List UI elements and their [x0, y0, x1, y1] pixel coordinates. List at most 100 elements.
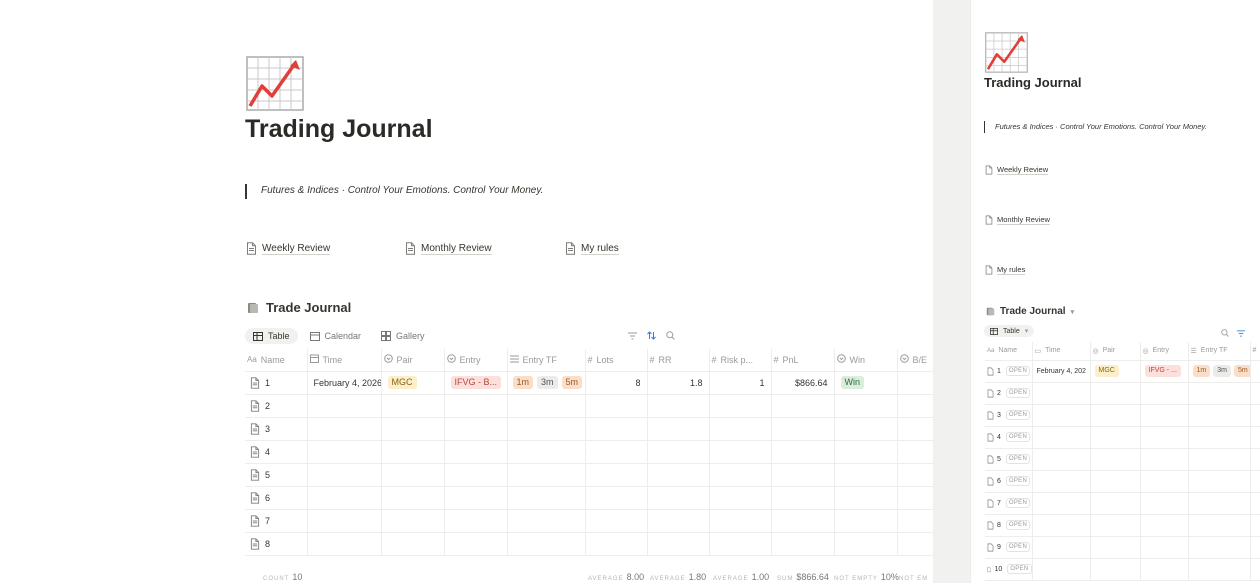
entry-tf-tag: 3m: [537, 375, 558, 390]
table-row[interactable]: 2: [245, 394, 933, 418]
win-cell[interactable]: Win: [833, 371, 897, 395]
link-label: Weekly Review: [262, 242, 331, 255]
column-header-rr[interactable]: # RR: [646, 349, 709, 372]
open-button[interactable]: OPEN: [1005, 388, 1031, 398]
footer-rr-average[interactable]: AVERAGE 1.80: [650, 567, 706, 583]
table-row[interactable]: 7 OPEN: [985, 492, 1260, 515]
rr-cell[interactable]: 1.8: [646, 371, 709, 395]
page-icon: [987, 433, 994, 441]
number-icon: #: [711, 354, 717, 365]
column-header-entry-tf[interactable]: Entry TF: [506, 349, 585, 372]
column-header-lots[interactable]: # Lots: [584, 349, 647, 372]
table-row[interactable]: 1 OPEN February 4, 202 MGC IFVG - ... 1m …: [985, 360, 1260, 383]
side-link-weekly-review[interactable]: Weekly Review: [985, 165, 1049, 175]
table-row[interactable]: 5: [245, 463, 933, 487]
footer-pnl-sum[interactable]: SUM $866.64: [777, 567, 829, 583]
search-icon[interactable]: [666, 331, 675, 340]
open-button[interactable]: OPEN: [1005, 542, 1031, 552]
table-row[interactable]: 1 February 4, 2026 MGC IFVG - B... 1m 3m…: [245, 371, 933, 395]
view-tabs: Table Calendar Gallery: [245, 328, 433, 344]
open-button[interactable]: OPEN: [1005, 498, 1031, 508]
link-weekly-review[interactable]: Weekly Review: [246, 242, 331, 255]
tab-gallery-view[interactable]: Gallery: [373, 328, 433, 344]
side-column-header-pair[interactable]: ◎ Pair: [1089, 342, 1140, 361]
side-column-header-time[interactable]: ▭ Time: [1031, 342, 1090, 361]
pair-cell[interactable]: MGC: [380, 371, 444, 395]
pair-tag: MGC: [387, 375, 417, 390]
side-column-header-name[interactable]: Aa Name: [985, 342, 1032, 361]
name-cell[interactable]: 1: [245, 371, 307, 395]
table-row[interactable]: 7: [245, 509, 933, 533]
link-monthly-review[interactable]: Monthly Review: [405, 242, 492, 255]
table-row[interactable]: 8: [245, 532, 933, 556]
table-row[interactable]: 4 OPEN: [985, 426, 1260, 449]
side-search-icon[interactable]: [1221, 329, 1229, 337]
side-column-header-more[interactable]: #: [1249, 342, 1260, 361]
table-row[interactable]: 4: [245, 440, 933, 464]
side-link-my-rules[interactable]: My rules: [985, 265, 1026, 275]
side-column-header-entry-tf[interactable]: ☰ Entry TF: [1187, 342, 1250, 361]
page-title: Trading Journal: [245, 115, 433, 143]
open-button[interactable]: OPEN: [1005, 410, 1031, 420]
table-row[interactable]: 6: [245, 486, 933, 510]
tab-table-view[interactable]: Table: [245, 328, 298, 344]
open-button[interactable]: OPEN: [1005, 454, 1031, 464]
table-row[interactable]: 3: [245, 417, 933, 441]
name-cell[interactable]: 4: [245, 440, 307, 464]
calendar-icon: [309, 332, 320, 341]
footer-be-not-empty[interactable]: NOT EM: [899, 567, 931, 583]
name-cell[interactable]: 7: [245, 509, 307, 533]
column-header-entry[interactable]: Entry: [443, 349, 507, 372]
name-cell[interactable]: 6: [245, 486, 307, 510]
time-cell[interactable]: February 4, 2026: [306, 371, 381, 395]
risk-cell[interactable]: 1: [708, 371, 771, 395]
name-cell[interactable]: 5: [245, 463, 307, 487]
table-row[interactable]: 3 OPEN: [985, 404, 1260, 427]
open-button[interactable]: OPEN: [1005, 520, 1031, 530]
entry-cell[interactable]: IFVG - B...: [443, 371, 507, 395]
column-header-pnl[interactable]: # PnL: [770, 349, 834, 372]
name-cell[interactable]: 3: [245, 417, 307, 441]
side-column-header-entry[interactable]: ◎ Entry: [1139, 342, 1188, 361]
column-header-risk[interactable]: # Risk p...: [708, 349, 771, 372]
tab-calendar-view[interactable]: Calendar: [302, 328, 370, 344]
column-header-time[interactable]: Time: [306, 349, 381, 372]
open-button[interactable]: OPEN: [1005, 366, 1031, 376]
database-title[interactable]: Trade Journal: [247, 300, 351, 315]
table-row[interactable]: 10 OPEN: [985, 558, 1260, 581]
side-quote: Futures & Indices · Control Your Emotion…: [984, 121, 1207, 133]
table-row[interactable]: 9 OPEN: [985, 536, 1260, 559]
entry-tf-cell[interactable]: 1m 3m 5m: [506, 371, 585, 395]
sort-icon[interactable]: [647, 331, 656, 340]
open-button[interactable]: OPEN: [1005, 476, 1031, 486]
filter-icon[interactable]: [628, 332, 637, 340]
side-tab-table-view[interactable]: Table ▾: [984, 325, 1035, 337]
name-cell[interactable]: 2: [245, 394, 307, 418]
footer-count[interactable]: COUNT 10: [263, 567, 302, 583]
table-row[interactable]: 5 OPEN: [985, 448, 1260, 471]
footer-lots-average[interactable]: AVERAGE 8.00: [588, 567, 644, 583]
lots-cell[interactable]: 8: [584, 371, 647, 395]
page-icon: [987, 389, 994, 397]
table-row[interactable]: 2 OPEN: [985, 382, 1260, 405]
side-database-title[interactable]: Trade Journal ▾: [986, 306, 1074, 317]
footer-win-not-empty[interactable]: NOT EMPTY 10%: [834, 567, 899, 583]
pnl-cell[interactable]: $866.64: [770, 371, 834, 395]
open-button[interactable]: OPEN: [1007, 564, 1032, 574]
link-my-rules[interactable]: My rules: [565, 242, 619, 255]
column-header-name[interactable]: Aa Name: [245, 349, 307, 372]
table-row[interactable]: 8 OPEN: [985, 514, 1260, 537]
column-header-pair[interactable]: Pair: [380, 349, 444, 372]
column-header-be[interactable]: B/E: [896, 349, 933, 372]
side-link-monthly-review[interactable]: Monthly Review: [985, 215, 1050, 225]
table-row[interactable]: 6 OPEN: [985, 470, 1260, 493]
be-cell[interactable]: [896, 371, 933, 395]
side-filter-icon[interactable]: [1237, 330, 1245, 337]
footer-risk-average[interactable]: AVERAGE 1.00: [713, 567, 769, 583]
entry-tf-tag: 1m: [512, 375, 534, 390]
column-header-win[interactable]: Win: [833, 349, 897, 372]
open-button[interactable]: OPEN: [1005, 432, 1031, 442]
gallery-icon: [381, 331, 392, 341]
name-cell[interactable]: 8: [245, 532, 307, 556]
chevron-down-icon[interactable]: ▾: [1071, 308, 1075, 316]
